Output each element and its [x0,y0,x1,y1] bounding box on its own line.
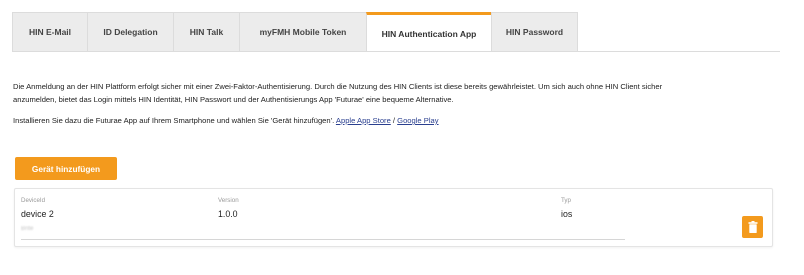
device-secondary-text: Brite [21,226,34,232]
tab-label: myFMH Mobile Token [259,27,347,37]
tab-label: HIN Authentication App [381,28,477,39]
add-device-button[interactable]: Gerät hinzufügen [15,157,117,180]
install-instructions: Installieren Sie dazu die Futurae App au… [13,115,439,128]
deviceid-label: DeviceId [21,197,46,204]
link-separator: / [392,116,396,125]
version-label: Version [218,197,239,204]
trash-icon [748,221,757,233]
deviceid-value: device 2 [21,209,54,219]
intro-text-line-2: anzumelden, bietet das Login mittels HIN… [13,95,454,104]
tab-bar: HIN E-Mail ID Delegation HIN Talk myFMH … [12,12,578,52]
type-label: Typ [561,197,571,204]
delete-device-button[interactable] [742,216,763,238]
tab-myfmh-mobile-token[interactable]: myFMH Mobile Token [239,12,366,52]
tab-hin-email[interactable]: HIN E-Mail [12,12,87,52]
tab-divider [12,51,780,52]
google-play-link[interactable]: Google Play [397,116,438,125]
tab-label: HIN E-Mail [28,27,72,37]
install-text: Installieren Sie dazu die Futurae App au… [13,116,335,125]
tab-hin-talk[interactable]: HIN Talk [173,12,239,52]
tab-hin-password[interactable]: HIN Password [491,12,578,52]
device-card: DeviceId device 2 Version 1.0.0 Typ ios … [14,188,773,247]
tab-id-delegation[interactable]: ID Delegation [87,12,173,52]
version-value: 1.0.0 [218,209,238,219]
type-value: ios [561,209,573,219]
tab-label: ID Delegation [103,27,158,37]
tab-hin-authentication-app[interactable]: HIN Authentication App [366,12,491,52]
device-field-underline [21,239,625,240]
apple-app-store-link[interactable]: Apple App Store [336,116,391,125]
tab-label: HIN Talk [189,27,224,37]
intro-text-line-1: Die Anmeldung an der HIN Plattform erfol… [13,82,663,91]
tab-label: HIN Password [505,27,564,37]
